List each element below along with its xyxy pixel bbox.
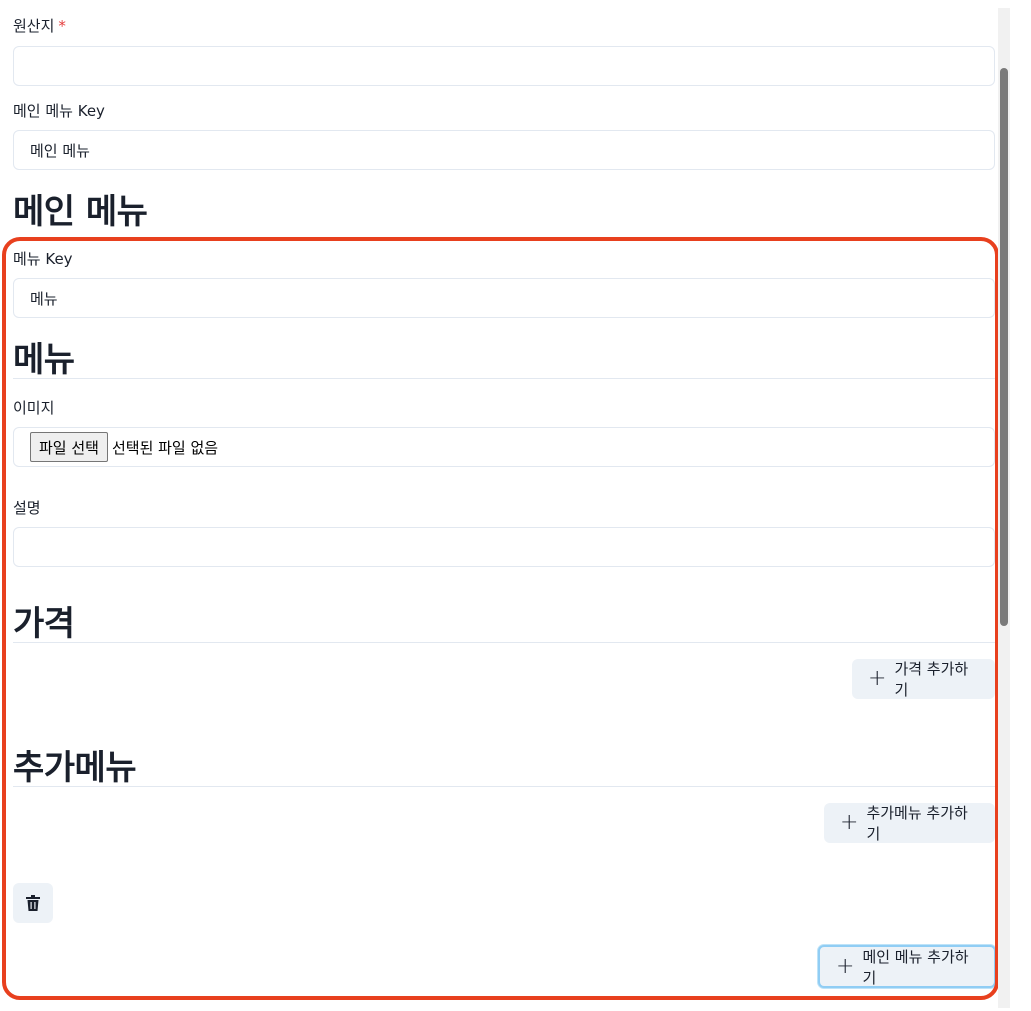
plus-icon: + (840, 810, 859, 835)
add-price-button[interactable]: + 가격 추가하기 (852, 659, 995, 699)
main-menu-key-label: 메인 메뉴 Key (13, 102, 105, 120)
menu-divider (13, 378, 995, 379)
extra-menu-divider (13, 786, 995, 787)
file-status-text: 선택된 파일 없음 (111, 438, 219, 457)
trash-icon (26, 895, 40, 911)
delete-menu-button[interactable] (13, 883, 53, 923)
menu-heading: 메뉴 (13, 340, 75, 380)
add-price-label: 가격 추가하기 (894, 660, 969, 699)
plus-icon: + (836, 953, 855, 979)
image-label: 이미지 (13, 399, 55, 417)
extra-menu-heading: 추가메뉴 (13, 748, 137, 788)
add-extra-menu-label: 추가메뉴 추가하기 (866, 804, 968, 843)
plus-icon: + (868, 666, 887, 691)
description-label: 설명 (13, 499, 41, 517)
menu-key-label: 메뉴 Key (13, 250, 73, 268)
required-mark: * (58, 17, 66, 35)
scrollbar-thumb[interactable] (1000, 68, 1008, 626)
main-menu-heading: 메인 메뉴 (13, 192, 148, 232)
add-main-menu-button[interactable]: + 메인 메뉴 추가하기 (818, 945, 996, 988)
add-extra-menu-button[interactable]: + 추가메뉴 추가하기 (824, 803, 995, 843)
origin-label: 원산지 * (13, 17, 66, 35)
main-menu-key-input[interactable]: 메인 메뉴 (13, 130, 995, 170)
image-file-input[interactable]: 파일 선택 선택된 파일 없음 (13, 427, 995, 467)
price-heading: 가격 (13, 604, 75, 644)
file-select-button[interactable]: 파일 선택 (30, 432, 108, 462)
highlight-box (2, 237, 999, 1000)
description-input[interactable] (13, 527, 995, 567)
price-divider (13, 642, 995, 643)
menu-key-input[interactable]: 메뉴 (13, 278, 995, 318)
origin-input[interactable] (13, 46, 995, 86)
form-page: 원산지 * 메인 메뉴 Key 메인 메뉴 메인 메뉴 메뉴 Key 메뉴 메뉴 … (0, 0, 1031, 1011)
add-main-menu-label: 메인 메뉴 추가하기 (862, 947, 969, 987)
